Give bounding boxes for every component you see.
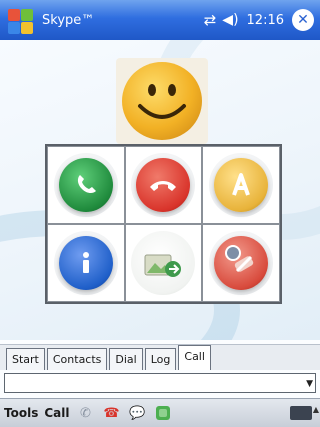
screen: Skype™ ⇄ ◀) 12:16 ✕ Start Contacts Dial … bbox=[0, 0, 320, 427]
windows-flag-icon[interactable] bbox=[6, 5, 36, 35]
keyboard-arrow-icon[interactable]: ▲ bbox=[313, 405, 319, 414]
block-button[interactable] bbox=[202, 224, 280, 302]
phone-icon bbox=[58, 158, 113, 212]
orb-ring bbox=[53, 231, 118, 295]
action-grid bbox=[45, 144, 282, 304]
tab-dial[interactable]: Dial bbox=[109, 348, 143, 370]
hangup-icon[interactable]: ☎ bbox=[101, 404, 121, 422]
orb-ring bbox=[209, 231, 274, 295]
call-menu[interactable]: Call bbox=[44, 406, 69, 420]
add-contact-button[interactable] bbox=[202, 146, 280, 224]
info-icon bbox=[58, 236, 113, 290]
chat-icon[interactable]: 💬 bbox=[127, 404, 147, 422]
phone-icon[interactable]: ✆ bbox=[75, 404, 95, 422]
speaker-icon[interactable]: ◀) bbox=[222, 12, 238, 28]
address-input[interactable]: ▼ bbox=[4, 373, 316, 393]
tools-menu[interactable]: Tools bbox=[4, 406, 38, 420]
contact-a-icon bbox=[214, 158, 269, 212]
tab-log[interactable]: Log bbox=[144, 348, 177, 370]
orb-ring bbox=[209, 153, 274, 217]
menu-bar: Tools Call ✆ ☎ 💬 ▲ bbox=[0, 398, 320, 427]
hangup-button[interactable] bbox=[124, 146, 203, 224]
orb-ring bbox=[131, 153, 196, 217]
app-title: Skype™ bbox=[42, 12, 95, 28]
smiley-avatar-icon bbox=[122, 62, 202, 140]
title-bar: Skype™ ⇄ ◀) 12:16 ✕ bbox=[0, 0, 320, 40]
hangup-icon bbox=[136, 158, 191, 212]
orb-ring bbox=[53, 153, 118, 217]
tab-bar: Start Contacts Dial Log Call bbox=[0, 344, 320, 370]
tab-call[interactable]: Call bbox=[178, 345, 211, 370]
clock[interactable]: 12:16 bbox=[247, 13, 284, 28]
avatar-frame bbox=[116, 58, 208, 144]
status-area: ⇄ ◀) 12:16 ✕ bbox=[204, 8, 314, 32]
info-button[interactable] bbox=[47, 224, 125, 302]
send-file-button[interactable] bbox=[124, 224, 203, 302]
send-file-icon bbox=[136, 236, 190, 290]
signal-icon[interactable]: ⇄ bbox=[204, 11, 217, 29]
tab-contacts[interactable]: Contacts bbox=[46, 348, 108, 370]
keyboard-icon[interactable] bbox=[290, 406, 312, 420]
block-icon bbox=[214, 236, 269, 290]
status-icon[interactable] bbox=[153, 404, 173, 422]
close-button[interactable]: ✕ bbox=[292, 9, 314, 31]
call-button[interactable] bbox=[47, 146, 125, 224]
orb-ring bbox=[131, 231, 196, 295]
dropdown-arrow-icon[interactable]: ▼ bbox=[306, 379, 313, 389]
tab-start[interactable]: Start bbox=[6, 348, 45, 370]
